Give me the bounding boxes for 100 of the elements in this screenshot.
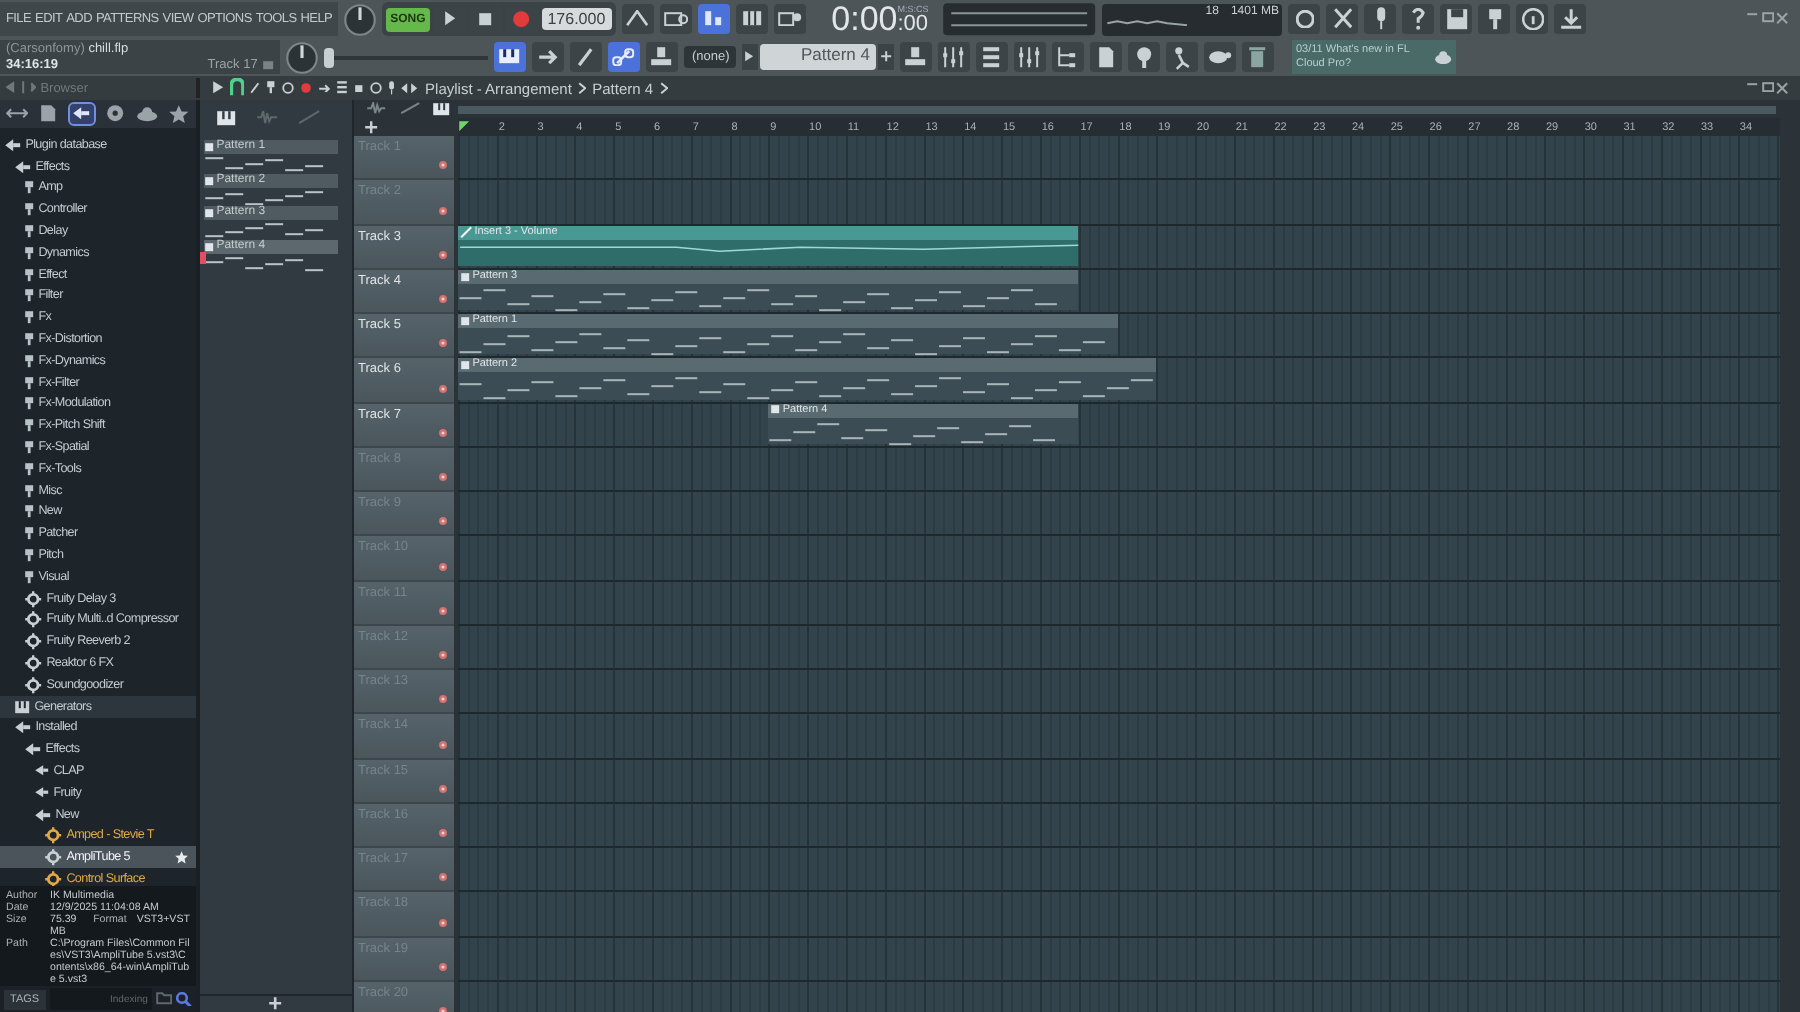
track-lane[interactable]	[458, 536, 1780, 581]
tempo-display[interactable]: 176.000	[541, 8, 612, 30]
track-lane[interactable]	[458, 180, 1780, 225]
browser-tab[interactable]	[167, 104, 192, 124]
pencil-icon[interactable]	[250, 82, 261, 94]
restore-icon[interactable]	[1761, 12, 1774, 24]
toolbar-button[interactable]	[1204, 42, 1236, 72]
cloud-icon	[135, 105, 159, 123]
track-lane[interactable]	[458, 492, 1780, 537]
toolbar-button[interactable]	[1288, 4, 1321, 34]
record-dot-icon[interactable]	[438, 694, 448, 705]
record-dot-icon[interactable]	[438, 739, 448, 749]
track-lane[interactable]	[458, 759, 1780, 804]
browser-tab[interactable]	[102, 104, 127, 124]
waveform-icon[interactable]	[366, 101, 388, 115]
record-dot-icon[interactable]	[438, 828, 448, 838]
pitch-knob-icon[interactable]	[286, 41, 318, 73]
overview-scrollbar[interactable]	[458, 105, 1776, 113]
magnet-icon[interactable]	[230, 78, 245, 98]
close-icon[interactable]	[1775, 12, 1788, 26]
toolbar-button[interactable]	[570, 42, 602, 72]
step-bars-icon	[704, 10, 723, 28]
toolbar-button[interactable]	[1128, 42, 1160, 72]
automation-icon[interactable]	[399, 101, 420, 115]
toolbar-button[interactable]	[1364, 4, 1397, 34]
record-dot-icon[interactable]	[438, 872, 448, 883]
add-pattern-button[interactable]	[878, 44, 894, 70]
track-lane[interactable]	[458, 136, 1780, 181]
toolbar-button[interactable]	[900, 42, 932, 72]
browser-tab[interactable]	[69, 104, 94, 124]
toolbar-button[interactable]	[532, 42, 564, 72]
toolbar-button[interactable]	[735, 4, 768, 34]
track-lane[interactable]	[458, 625, 1780, 670]
minimize-icon[interactable]	[1746, 12, 1760, 18]
pattern-selector[interactable]: Pattern 4	[760, 44, 876, 70]
chevron-icon	[659, 81, 668, 95]
record-dot-icon[interactable]	[438, 249, 448, 260]
arrows-icon	[5, 108, 28, 120]
close-icon[interactable]	[1775, 81, 1788, 95]
toolbar-button[interactable]	[1478, 4, 1511, 34]
browser-tab[interactable]	[4, 104, 29, 124]
star-icon[interactable]	[174, 850, 190, 865]
track-lane[interactable]	[458, 670, 1780, 715]
track-lane[interactable]	[458, 714, 1780, 759]
piano-icon[interactable]	[216, 109, 237, 127]
toolbar-button[interactable]	[1166, 42, 1198, 72]
record-dot-icon[interactable]	[438, 427, 448, 438]
toolbar-button[interactable]	[1440, 4, 1473, 34]
record-dot-icon[interactable]	[438, 650, 448, 660]
browser-tab[interactable]	[36, 104, 61, 124]
track-lane[interactable]	[458, 848, 1780, 893]
pattern-icon	[460, 360, 471, 371]
record-dot-icon[interactable]	[438, 338, 448, 349]
track-lane[interactable]	[458, 937, 1780, 982]
record-dot-icon[interactable]	[438, 205, 448, 215]
track-lane[interactable]	[458, 803, 1780, 848]
minimize-icon[interactable]	[1746, 81, 1760, 87]
info-icon	[1521, 7, 1545, 31]
toolbar-button[interactable]	[773, 4, 806, 34]
toolbar-button[interactable]	[697, 4, 730, 34]
piano-icon[interactable]	[431, 101, 450, 117]
record-dot-icon[interactable]	[438, 605, 448, 616]
record-dot-icon[interactable]	[438, 472, 448, 482]
arrows-icon[interactable]	[400, 81, 420, 95]
previous-pattern-button[interactable]	[742, 44, 758, 70]
toolbar-button[interactable]	[494, 42, 526, 72]
toolbar-button[interactable]	[1090, 42, 1122, 72]
search-icon[interactable]	[176, 991, 192, 1007]
record-dot-icon[interactable]	[438, 917, 448, 927]
toolbar-button[interactable]	[1052, 42, 1084, 72]
toolbar-button[interactable]	[938, 42, 970, 72]
browser-tab[interactable]	[134, 104, 159, 124]
track-lane[interactable]	[458, 581, 1780, 626]
record-dot-icon[interactable]	[438, 160, 448, 171]
record-dot-icon[interactable]	[438, 516, 448, 527]
record-dot-icon[interactable]	[438, 383, 448, 393]
folder-icon[interactable]	[155, 992, 173, 1006]
toolbar-button[interactable]	[1402, 4, 1435, 34]
record-dot-icon[interactable]	[438, 961, 448, 972]
record-dot-icon[interactable]	[438, 294, 448, 304]
toolbar-button[interactable]	[1516, 4, 1549, 34]
volume-knob-icon[interactable]	[344, 3, 377, 35]
toolbar-button[interactable]	[976, 42, 1008, 72]
toolbar-button[interactable]	[1554, 4, 1587, 34]
caret-icon[interactable]	[212, 80, 225, 96]
toolbar-button[interactable]	[659, 4, 692, 34]
toolbar-button[interactable]	[621, 4, 654, 34]
toolbar-button[interactable]	[646, 42, 678, 72]
track-lane[interactable]	[458, 447, 1780, 492]
record-dot-icon[interactable]	[438, 561, 448, 571]
plus-icon[interactable]	[268, 996, 284, 1012]
toolbar-button[interactable]	[1326, 4, 1359, 34]
keyboard-icon	[741, 10, 762, 28]
plus-icon[interactable]	[364, 119, 379, 135]
slider-thumb[interactable]	[324, 47, 335, 67]
restore-icon[interactable]	[1761, 81, 1774, 93]
track-lane[interactable]	[458, 892, 1780, 937]
brush-icon	[578, 47, 594, 67]
record-dot-icon[interactable]	[438, 783, 448, 794]
toolbar-button[interactable]	[1014, 42, 1046, 72]
